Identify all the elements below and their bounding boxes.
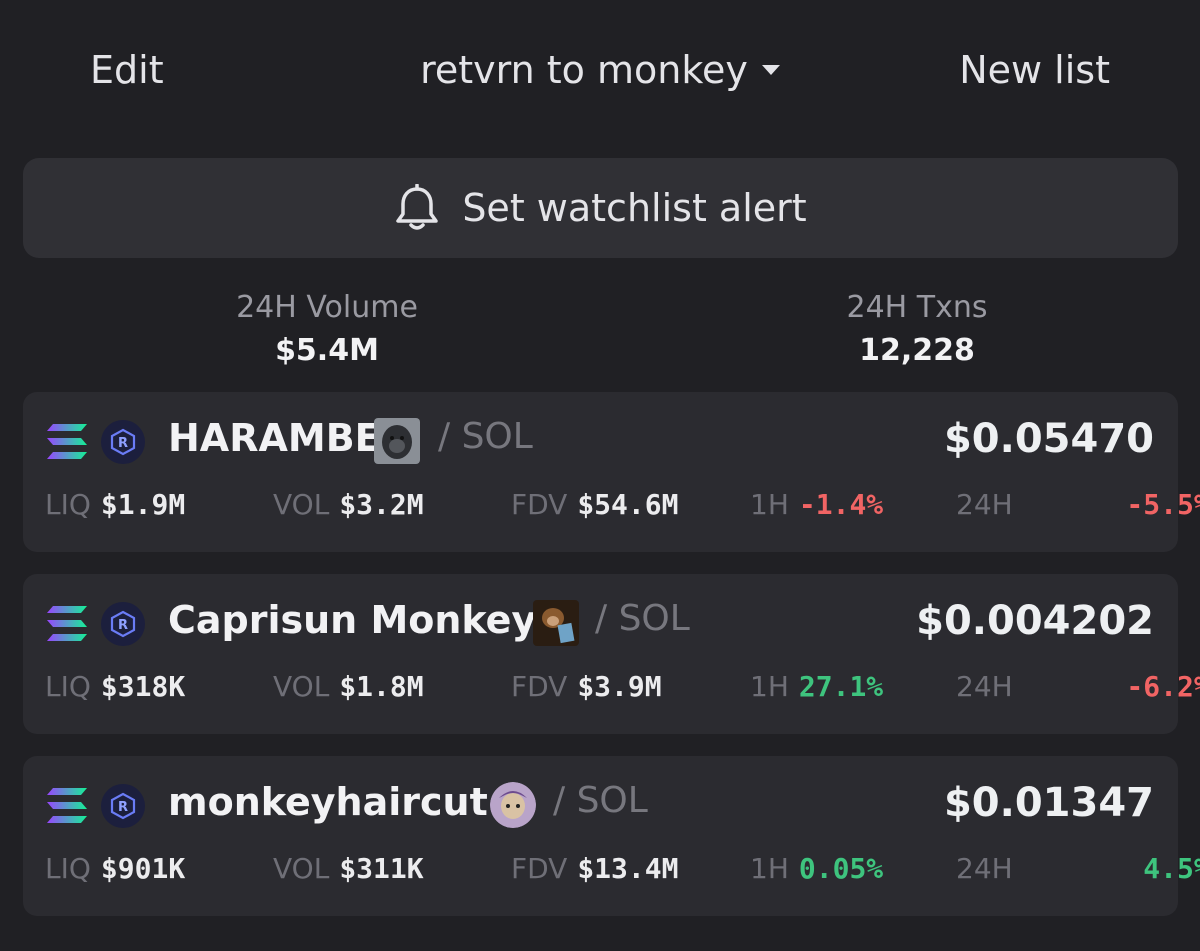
- metric-value: $54.6M: [577, 488, 679, 521]
- metric-volume: VOL $3.2M: [273, 488, 424, 521]
- metric-label: 24H: [956, 670, 1013, 703]
- metric-label: LIQ: [45, 670, 91, 703]
- top-bar: Edit retvrn to monkey New list: [0, 0, 1200, 140]
- metric-value: $311K: [339, 852, 424, 885]
- metric-value: $3.2M: [339, 488, 424, 521]
- stat-24h-txns: 24H Txns 12,228: [737, 290, 1097, 368]
- metric-label: 1H: [750, 852, 789, 885]
- metric-volume: VOL $311K: [273, 852, 424, 885]
- bell-icon: [396, 184, 439, 230]
- metric-label: FDV: [511, 670, 568, 703]
- metric-value: 27.1%: [798, 670, 884, 703]
- token-price: $0.05470: [943, 416, 1154, 462]
- metric-label: LIQ: [45, 852, 91, 885]
- metric-value: 0.05%: [798, 852, 884, 885]
- metric-label: VOL: [273, 670, 330, 703]
- solana-icon: [47, 788, 87, 823]
- metric-value: -1.4%: [798, 488, 884, 521]
- quote-pair: / SOL: [438, 416, 533, 457]
- metric-label: FDV: [511, 852, 568, 885]
- alert-label: Set watchlist alert: [462, 186, 807, 230]
- metric-value: $1.9M: [100, 488, 186, 521]
- token-metrics: LIQ $1.9M VOL $3.2M FDV $54.6M 1H -1.4% 24H -…: [23, 488, 1200, 528]
- metric-liquidity: LIQ $318K: [45, 670, 185, 703]
- token-card-monkeyhaircut[interactable]: R monkeyhaircut / SOL $0.01347 LIQ $901K …: [23, 756, 1200, 916]
- stat-label: 24H Volume: [236, 290, 418, 325]
- metric-value: $318K: [100, 670, 186, 703]
- metric-change-1h: 1H -1.4%: [750, 488, 883, 521]
- metric-label: VOL: [273, 488, 330, 521]
- metric-value: $13.4M: [577, 852, 679, 885]
- token-name: Caprisun Monkey: [168, 598, 537, 642]
- svg-text:R: R: [118, 436, 128, 451]
- stat-value: 12,228: [859, 333, 975, 368]
- metric-value: $1.8M: [339, 670, 424, 703]
- gorilla-token-icon: [374, 418, 420, 464]
- metric-change-1h: 1H 0.05%: [750, 852, 883, 885]
- metric-fdv: FDV $13.4M: [511, 852, 678, 885]
- metric-label: FDV: [511, 488, 568, 521]
- raydium-icon: R: [101, 784, 145, 828]
- metric-change-1h: 1H 27.1%: [750, 670, 883, 703]
- svg-text:R: R: [118, 618, 128, 633]
- metric-label: VOL: [273, 852, 330, 885]
- new-list-button[interactable]: New list: [959, 48, 1110, 92]
- metric-value: -5.5%: [1126, 488, 1200, 521]
- token-card-caprisun-monkey[interactable]: R Caprisun Monkey / SOL $0.004202 LIQ $31…: [23, 574, 1200, 734]
- caret-down-icon: [761, 64, 780, 75]
- metric-value: 4.5%: [1143, 852, 1200, 885]
- stat-24h-volume: 24H Volume $5.4M: [147, 290, 507, 368]
- raydium-icon: R: [101, 602, 145, 646]
- metric-label: 1H: [750, 670, 789, 703]
- metric-value: -6.2%: [1126, 670, 1200, 703]
- token-name: HARAMBE: [168, 416, 381, 460]
- token-card-harambe[interactable]: R HARAMBE / SOL $0.05470 LIQ $1.9M VOL $3.…: [23, 392, 1200, 552]
- set-watchlist-alert-button[interactable]: Set watchlist alert: [23, 158, 1178, 258]
- metric-value: $901K: [100, 852, 186, 885]
- raydium-icon: R: [101, 420, 145, 464]
- svg-text:R: R: [118, 800, 128, 815]
- metric-volume: VOL $1.8M: [273, 670, 424, 703]
- metric-label: 24H: [956, 852, 1013, 885]
- metric-fdv: FDV $3.9M: [511, 670, 662, 703]
- metric-label: 24H: [956, 488, 1013, 521]
- token-metrics: LIQ $901K VOL $311K FDV $13.4M 1H 0.05% 24H 4…: [23, 852, 1200, 892]
- stat-value: $5.4M: [275, 333, 379, 368]
- metric-fdv: FDV $54.6M: [511, 488, 678, 521]
- metric-change-24h: 24H -6.2%: [956, 670, 1200, 703]
- token-price: $0.01347: [943, 780, 1154, 826]
- watchlist-name: retvrn to monkey: [420, 48, 748, 92]
- metric-liquidity: LIQ $901K: [45, 852, 185, 885]
- monkey-token-icon: [533, 600, 579, 646]
- token-name: monkeyhaircut: [168, 780, 488, 824]
- solana-icon: [47, 424, 87, 459]
- solana-icon: [47, 606, 87, 641]
- token-price: $0.004202: [916, 598, 1154, 644]
- haircut-token-icon: [490, 782, 536, 828]
- metric-value: $3.9M: [577, 670, 662, 703]
- metric-liquidity: LIQ $1.9M: [45, 488, 185, 521]
- stat-label: 24H Txns: [846, 290, 988, 325]
- metric-change-24h: 24H -5.5%: [956, 488, 1200, 521]
- metric-change-24h: 24H 4.5%: [956, 852, 1200, 885]
- metric-label: LIQ: [45, 488, 91, 521]
- quote-pair: / SOL: [553, 780, 648, 821]
- token-metrics: LIQ $318K VOL $1.8M FDV $3.9M 1H 27.1% 24H -6…: [23, 670, 1200, 710]
- quote-pair: / SOL: [595, 598, 690, 639]
- metric-label: 1H: [750, 488, 789, 521]
